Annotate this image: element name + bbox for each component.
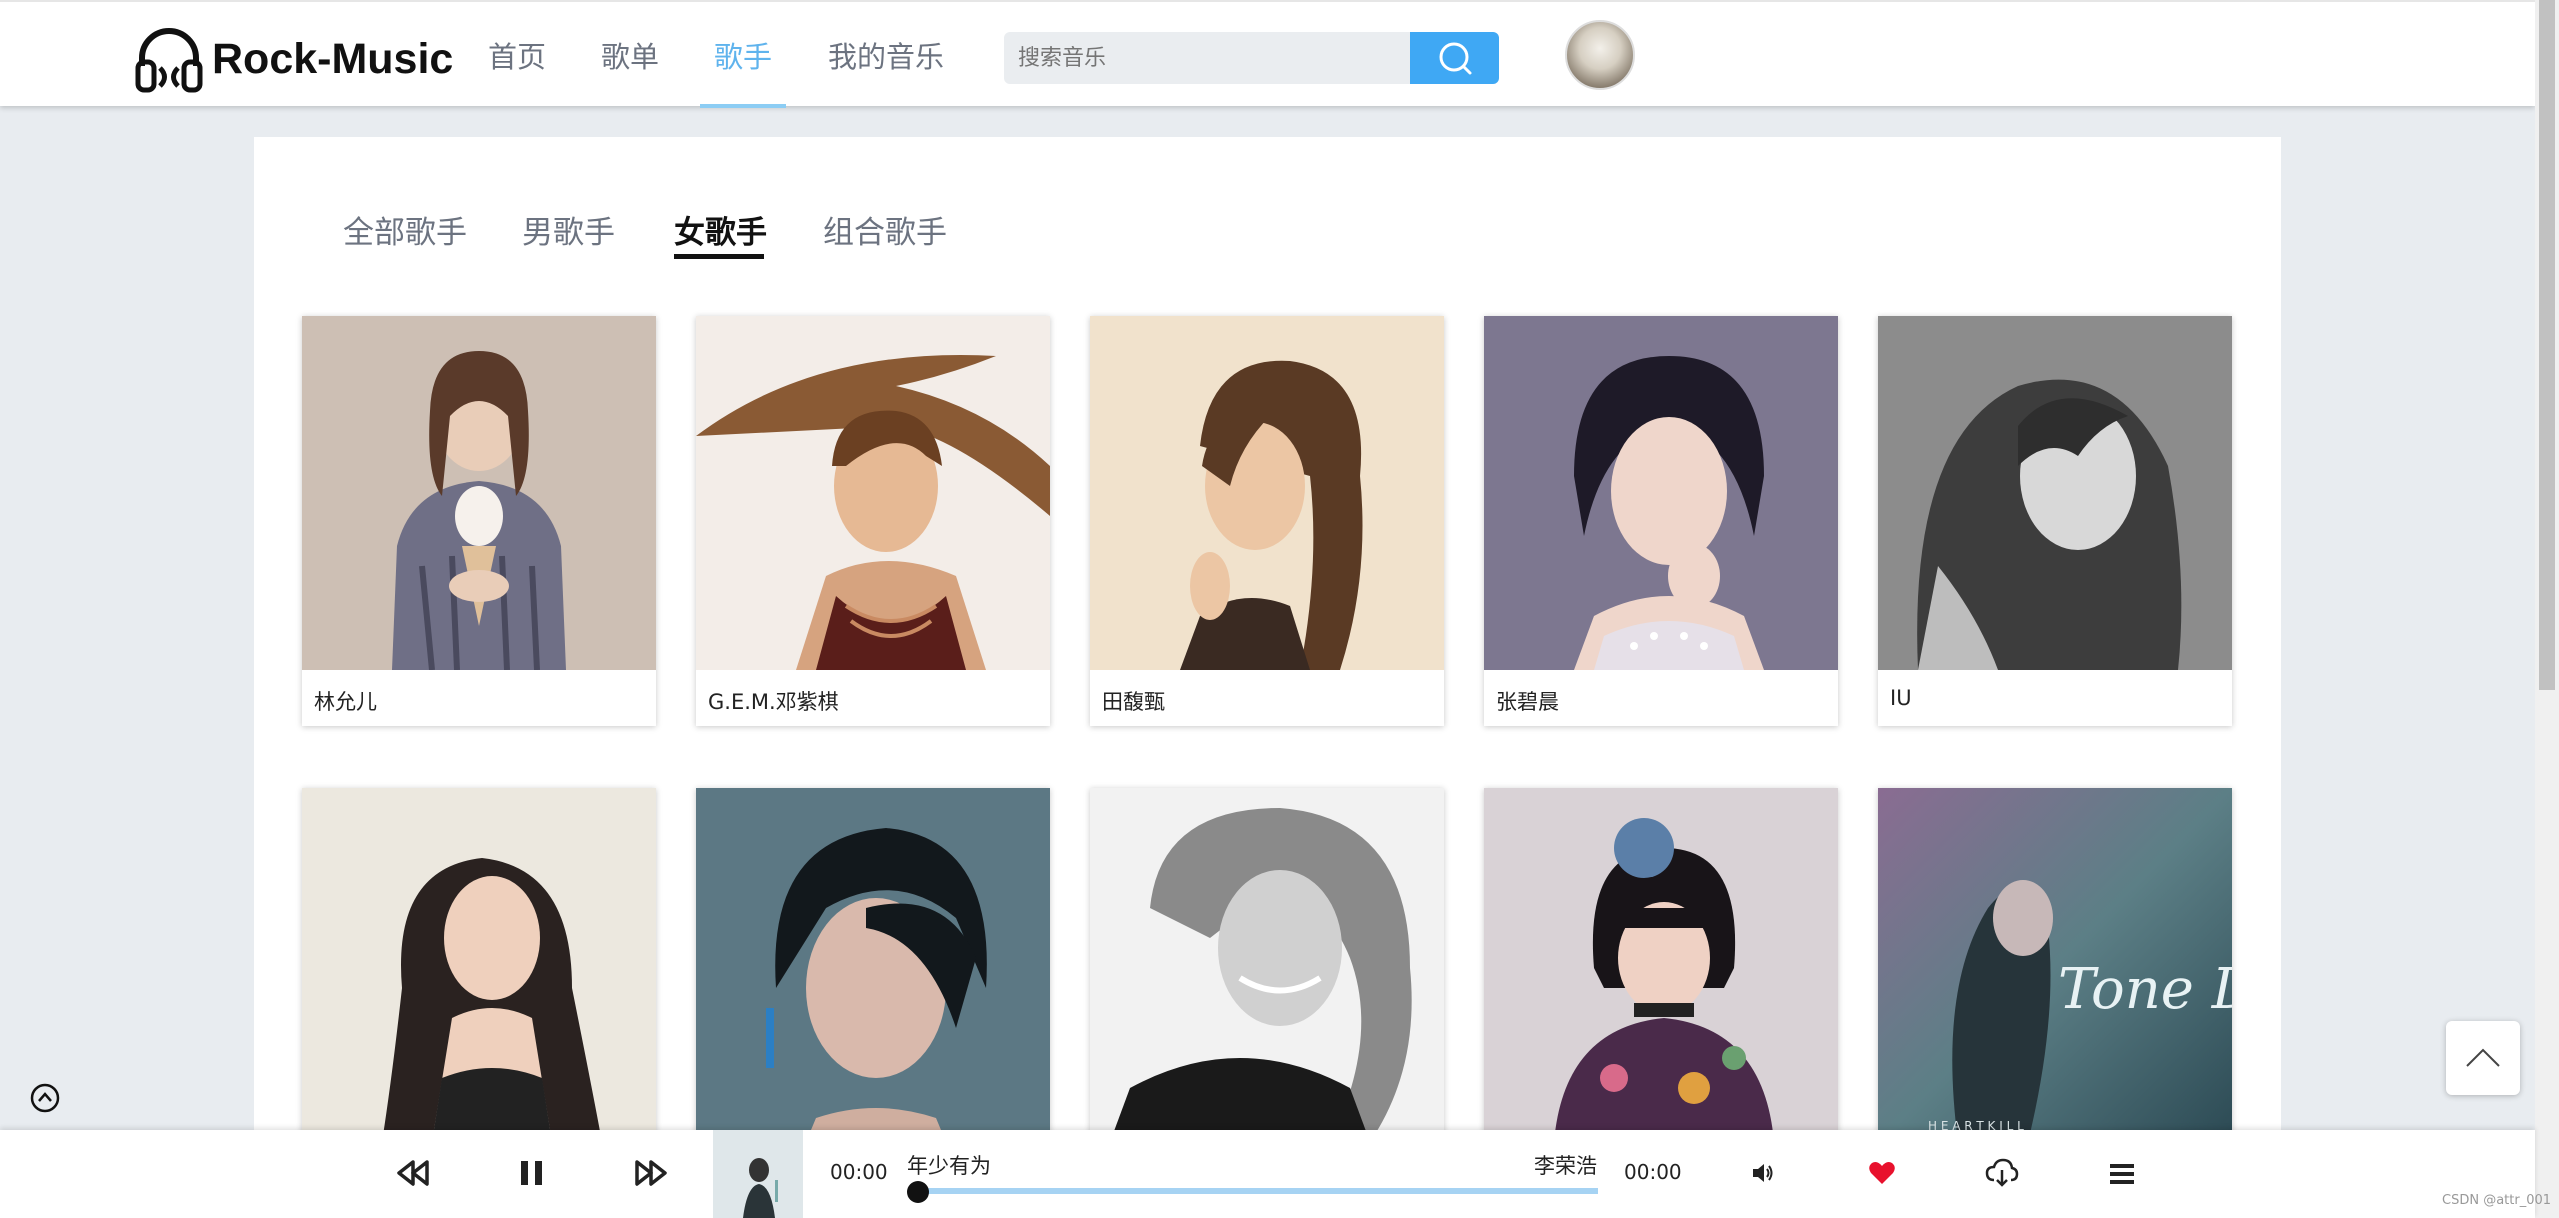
prev-icon xyxy=(397,1160,429,1186)
tab-active-indicator xyxy=(674,254,764,259)
playlist-button[interactable] xyxy=(2108,1160,2136,1192)
download-button[interactable] xyxy=(1985,1158,2019,1192)
singer-card[interactable]: 张碧晨 xyxy=(1484,316,1838,726)
album-art-title: Tone Damli xyxy=(2058,957,2232,1022)
singer-photo xyxy=(1484,788,1838,1142)
singer-card[interactable]: G.E.M.邓紫棋 xyxy=(696,316,1050,726)
top-header: Rock-Music 首页 歌单 歌手 我的音乐 xyxy=(0,0,2535,108)
back-to-top-button[interactable] xyxy=(2446,1021,2520,1095)
singer-photo xyxy=(1484,316,1838,670)
volume-button[interactable] xyxy=(1750,1160,1776,1190)
singer-photo xyxy=(302,316,656,670)
singer-card[interactable]: 田馥甄 xyxy=(1090,316,1444,726)
search-button[interactable] xyxy=(1410,32,1499,84)
singer-name: 林允儿 xyxy=(314,690,377,714)
tab-all-singers[interactable]: 全部歌手 xyxy=(343,207,467,252)
like-button[interactable] xyxy=(1868,1160,1896,1190)
tab-male-singers[interactable]: 男歌手 xyxy=(522,207,615,252)
playlist-icon xyxy=(2110,1164,2134,1184)
singer-photo xyxy=(1878,316,2232,670)
player-toggle-button[interactable] xyxy=(29,1082,61,1118)
pause-icon xyxy=(521,1161,542,1185)
previous-button[interactable] xyxy=(396,1156,430,1194)
app-logo[interactable]: Rock-Music xyxy=(132,22,453,96)
singer-card[interactable]: IU xyxy=(1878,316,2232,726)
singer-photo xyxy=(1090,316,1444,670)
download-icon xyxy=(1985,1158,2019,1187)
volume-icon xyxy=(1753,1164,1773,1182)
singer-photo xyxy=(1090,788,1444,1142)
next-button[interactable] xyxy=(634,1156,668,1194)
search-icon xyxy=(1439,42,1471,75)
nav-singers[interactable]: 歌手 xyxy=(714,34,772,76)
singer-photo xyxy=(696,788,1050,1142)
music-player-bar: 00:00 年少有为 李荣浩 00:00 xyxy=(0,1130,2535,1218)
progress-handle[interactable] xyxy=(907,1181,929,1203)
scrollbar-thumb[interactable] xyxy=(2539,0,2555,690)
now-playing-cover[interactable] xyxy=(713,1130,803,1218)
singer-card[interactable]: 林允儿 xyxy=(302,316,656,726)
song-artist: 李荣浩 xyxy=(1534,1154,1597,1178)
singer-name: G.E.M.邓紫棋 xyxy=(708,690,839,714)
nav-my-music[interactable]: 我的音乐 xyxy=(828,34,944,76)
watermark: CSDN @attr_001 xyxy=(2442,1193,2552,1208)
pause-button[interactable] xyxy=(516,1156,548,1194)
nav-home[interactable]: 首页 xyxy=(488,34,546,76)
song-title: 年少有为 xyxy=(907,1154,991,1178)
singer-photo xyxy=(302,788,656,1142)
total-time: 00:00 xyxy=(1624,1160,1682,1184)
singer-photo xyxy=(696,316,1050,670)
chevron-up-icon xyxy=(2466,1048,2500,1067)
singer-name: 张碧晨 xyxy=(1496,690,1559,714)
search-input[interactable] xyxy=(1004,32,1410,84)
singer-name: IU xyxy=(1890,686,1912,710)
nav-active-indicator xyxy=(700,104,786,108)
singer-panel: 全部歌手 男歌手 女歌手 组合歌手 林允儿 G.E.M.邓紫棋 田馥甄 张碧晨 … xyxy=(254,137,2281,1198)
progress-bar[interactable] xyxy=(910,1188,1598,1194)
tab-group-singers[interactable]: 组合歌手 xyxy=(823,207,947,252)
chevron-up-circle-icon xyxy=(30,1083,60,1113)
headphones-icon xyxy=(135,28,203,93)
nav-playlists[interactable]: 歌单 xyxy=(601,34,659,76)
heart-icon xyxy=(1869,1162,1895,1184)
singer-name: 田馥甄 xyxy=(1102,690,1165,714)
user-avatar[interactable] xyxy=(1565,20,1635,90)
app-name: Rock-Music xyxy=(212,34,454,83)
current-time: 00:00 xyxy=(830,1160,888,1184)
next-icon xyxy=(635,1160,667,1186)
tab-female-singers[interactable]: 女歌手 xyxy=(674,207,767,252)
singer-photo: Tone Damli H E A R T K I L L xyxy=(1878,788,2232,1142)
